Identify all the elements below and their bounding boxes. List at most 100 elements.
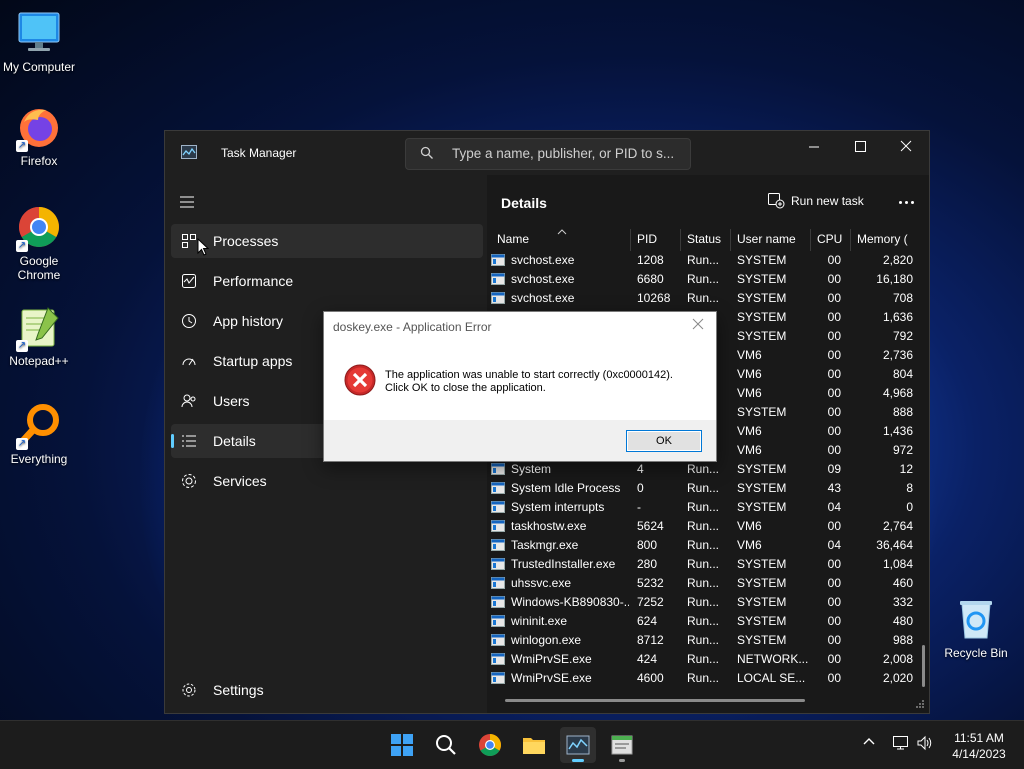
table-cell: 16,180 xyxy=(876,272,913,286)
clock[interactable]: 11:51 AM 4/14/2023 xyxy=(944,730,1014,762)
taskbar-search-button[interactable] xyxy=(428,727,464,763)
column-header-memory[interactable]: Memory ( xyxy=(851,229,915,251)
dialog-close-icon[interactable] xyxy=(692,318,704,330)
process-icon xyxy=(491,539,505,551)
vertical-scrollbar[interactable] xyxy=(922,645,925,687)
table-row[interactable]: svchost.exe 1208 Run... SYSTEM 00 2,820 xyxy=(487,251,929,270)
nav-item-services[interactable]: Services xyxy=(171,464,483,498)
table-row[interactable]: svchost.exe 10268 Run... SYSTEM 00 708 xyxy=(487,289,929,308)
ok-button[interactable]: OK xyxy=(626,430,702,452)
table-row[interactable]: winlogon.exe 8712 Run... SYSTEM 00 988 xyxy=(487,631,929,650)
table-row[interactable]: TrustedInstaller.exe 280 Run... SYSTEM 00 1,0… xyxy=(487,555,929,574)
table-cell: 00 xyxy=(827,253,841,267)
column-header-pid[interactable]: PID xyxy=(631,229,681,251)
title-bar[interactable]: Task Manager Type a name, publisher, or … xyxy=(165,131,929,175)
table-cell: 280 xyxy=(637,557,658,571)
column-header-cpu[interactable]: CPU xyxy=(811,229,851,251)
column-header-user-name[interactable]: User name xyxy=(731,229,811,251)
table-cell: 7252 xyxy=(637,595,664,609)
table-cell: uhssvc.exe xyxy=(511,576,572,590)
start-button[interactable] xyxy=(384,727,420,763)
table-cell: WmiPrvSE.exe xyxy=(511,671,592,685)
taskbar-task-manager-button[interactable] xyxy=(560,727,596,763)
table-cell: Run... xyxy=(687,291,720,305)
startup-apps-icon xyxy=(182,358,196,366)
table-cell: Run... xyxy=(687,481,720,495)
close-button[interactable] xyxy=(883,131,929,163)
dialog-title: doskey.exe - Application Error xyxy=(333,320,492,334)
column-header-name[interactable]: Name xyxy=(491,229,631,251)
desktop-icon-firefox[interactable]: ↗ Firefox xyxy=(1,104,77,168)
process-icon xyxy=(491,463,505,475)
table-row[interactable]: uhssvc.exe 5232 Run... SYSTEM 00 460 xyxy=(487,574,929,593)
table-cell: 2,020 xyxy=(882,671,913,685)
desktop-icon-google-chrome[interactable]: ↗ Google Chrome xyxy=(1,204,77,282)
processes-icon xyxy=(182,234,196,248)
table-cell: 460 xyxy=(892,576,913,590)
table-cell: 1,436 xyxy=(882,424,913,438)
minimize-button[interactable] xyxy=(791,131,837,163)
table-cell: NETWORK... xyxy=(737,652,809,666)
table-cell: 09 xyxy=(827,462,841,476)
nav-item-performance[interactable]: Performance xyxy=(171,264,483,298)
table-cell: SYSTEM xyxy=(737,329,787,343)
table-cell: 00 xyxy=(827,310,841,324)
nav-item-label: Performance xyxy=(213,273,294,289)
table-row[interactable]: Taskmgr.exe 800 Run... VM6 04 36,464 xyxy=(487,536,929,555)
table-row[interactable]: WmiPrvSE.exe 4600 Run... LOCAL SE... 00 2,020 xyxy=(487,669,929,688)
table-cell: System xyxy=(511,462,552,476)
column-header-status[interactable]: Status xyxy=(681,229,731,251)
table-row[interactable]: System 4 Run... SYSTEM 09 12 xyxy=(487,460,929,479)
resize-grip-icon[interactable] xyxy=(915,699,925,709)
everything-search-icon: ↗ xyxy=(16,402,62,450)
nav-item-settings[interactable]: Settings xyxy=(171,673,483,707)
table-cell: 8712 xyxy=(637,633,664,647)
desktop-icon-notepad-plus-plus[interactable]: ↗ Notepad++ xyxy=(1,304,77,368)
app-history-icon xyxy=(182,314,196,328)
desktop-icon-recycle-bin[interactable]: Recycle Bin xyxy=(938,596,1014,660)
table-row[interactable]: taskhostw.exe 5624 Run... VM6 00 2,764 xyxy=(487,517,929,536)
process-icon xyxy=(491,615,505,627)
folder-icon xyxy=(523,738,545,754)
table-cell: WmiPrvSE.exe xyxy=(511,652,592,666)
table-cell: VM6 xyxy=(737,424,762,438)
application-error-dialog[interactable]: doskey.exe - Application Error The appli… xyxy=(323,311,717,462)
table-row[interactable]: System interrupts - Run... SYSTEM 04 0 xyxy=(487,498,929,517)
error-icon xyxy=(344,364,376,396)
hamburger-menu-button[interactable] xyxy=(179,195,195,214)
table-cell: Run... xyxy=(687,538,720,552)
shortcut-arrow-icon: ↗ xyxy=(16,438,28,450)
table-cell: Run... xyxy=(687,272,720,286)
horizontal-scrollbar[interactable] xyxy=(505,699,805,702)
table-row[interactable]: WmiPrvSE.exe 424 Run... NETWORK... 00 2,008 xyxy=(487,650,929,669)
nav-item-label: Services xyxy=(213,473,267,489)
table-cell: VM6 xyxy=(737,348,762,362)
table-cell: 888 xyxy=(892,405,913,419)
nav-item-processes[interactable]: Processes xyxy=(171,224,483,258)
table-row[interactable]: Windows-KB890830-... 7252 Run... SYSTEM 00 33… xyxy=(487,593,929,612)
taskbar-chrome-button[interactable] xyxy=(472,727,508,763)
table-cell: SYSTEM xyxy=(737,272,787,286)
network-icon[interactable] xyxy=(892,735,910,751)
taskbar-app-button[interactable] xyxy=(604,727,640,763)
more-dot xyxy=(911,201,914,204)
desktop-icon-everything[interactable]: ↗ Everything xyxy=(1,402,77,466)
table-row[interactable]: wininit.exe 624 Run... SYSTEM 00 480 xyxy=(487,612,929,631)
table-row[interactable]: System Idle Process 0 Run... SYSTEM 43 8 xyxy=(487,479,929,498)
console-window-icon xyxy=(611,735,633,755)
volume-icon[interactable] xyxy=(916,735,934,751)
table-cell: Windows-KB890830-... xyxy=(511,595,629,609)
close-icon xyxy=(900,140,912,152)
table-row[interactable]: svchost.exe 6680 Run... SYSTEM 00 16,180 xyxy=(487,270,929,289)
process-icon xyxy=(491,577,505,589)
taskbar-file-explorer-button[interactable] xyxy=(516,727,552,763)
desktop-icon-my-computer[interactable]: My Computer xyxy=(1,10,77,74)
table-cell: 4600 xyxy=(637,671,664,685)
table-cell: VM6 xyxy=(737,367,762,381)
run-new-task-button[interactable]: Run new task xyxy=(767,191,864,213)
search-box[interactable]: Type a name, publisher, or PID to s... xyxy=(405,138,691,170)
dialog-footer: OK xyxy=(324,420,716,461)
maximize-button[interactable] xyxy=(837,131,883,163)
more-options-button[interactable] xyxy=(893,189,919,215)
chevron-up-icon[interactable] xyxy=(862,735,876,749)
